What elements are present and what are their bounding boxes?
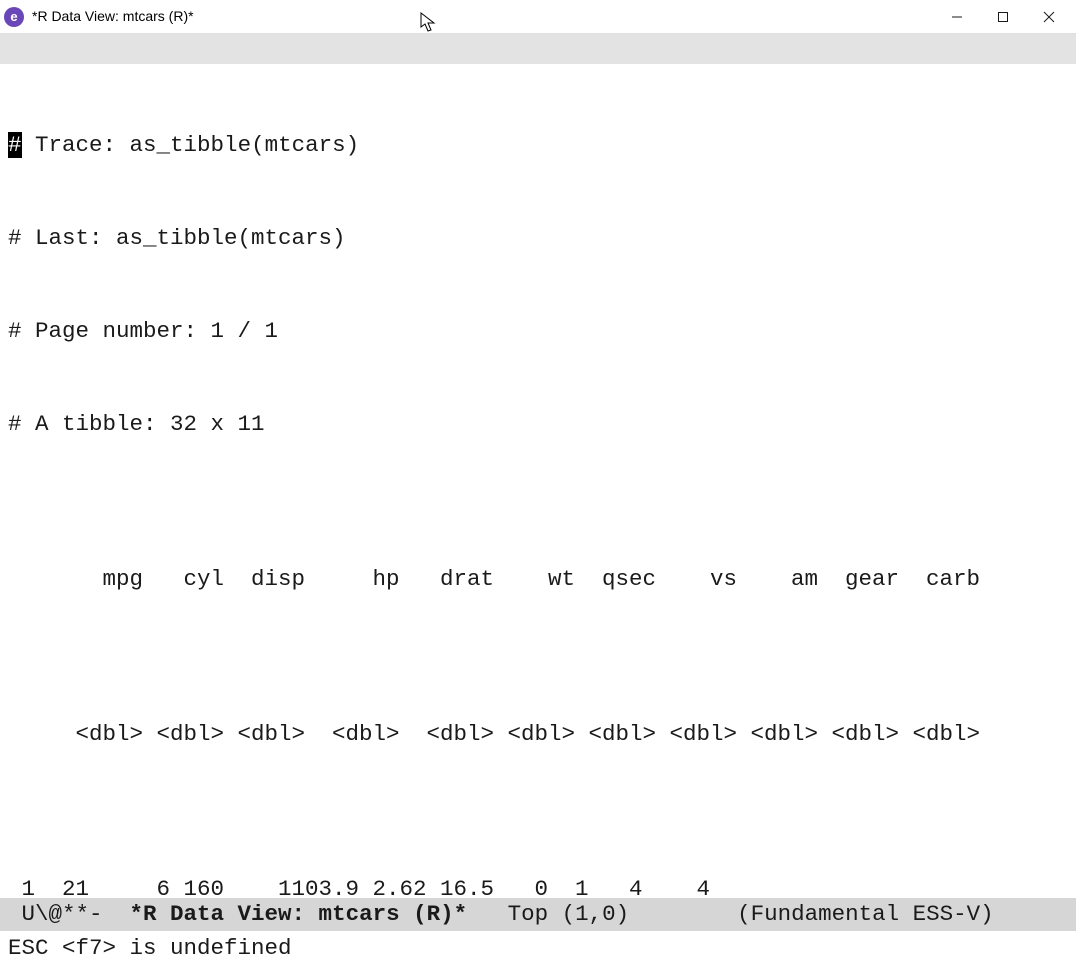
col-header: carb [899, 564, 980, 595]
mouse-cursor-icon [420, 12, 438, 34]
tibble-header-line: # A tibble: 32 x 11 [8, 409, 1068, 440]
window-title: *R Data View: mtcars (R)* [32, 1, 194, 32]
col-header: wt [494, 564, 575, 595]
col-type: <dbl> [143, 719, 224, 750]
modeline-status: U\@**- [8, 899, 130, 930]
col-header: am [737, 564, 818, 595]
col-header: vs [656, 564, 737, 595]
col-header: cyl [143, 564, 224, 595]
col-type: <dbl> [575, 719, 656, 750]
emacs-app-icon: e [4, 7, 24, 27]
column-type-row: <dbl><dbl><dbl><dbl><dbl><dbl><dbl><dbl>… [8, 719, 1068, 750]
modeline-position: Top (1,0) [467, 899, 737, 930]
column-header-row: mpgcyldisphpdratwtqsecvsamgearcarb [8, 564, 1068, 595]
col-type: <dbl> [305, 719, 400, 750]
col-type: <dbl> [224, 719, 305, 750]
col-header: drat [400, 564, 495, 595]
maximize-button[interactable] [980, 0, 1026, 33]
col-header: mpg [35, 564, 143, 595]
col-header: qsec [575, 564, 656, 595]
col-type: <dbl> [656, 719, 737, 750]
buffer-area[interactable]: # Trace: as_tibble(mtcars) # Last: as_ti… [0, 64, 1076, 965]
col-header: gear [818, 564, 899, 595]
cursor-block: # [8, 132, 22, 158]
col-header: disp [224, 564, 305, 595]
modeline-mode: (Fundamental ESS-V) [737, 899, 994, 930]
col-type: <dbl> [818, 719, 899, 750]
col-type: <dbl> [400, 719, 495, 750]
close-button[interactable] [1026, 0, 1072, 33]
trace-line: # Trace: as_tibble(mtcars) [8, 130, 1068, 161]
window-controls [934, 0, 1072, 33]
page-number-line: # Page number: 1 / 1 [8, 316, 1068, 347]
col-type: <dbl> [35, 719, 143, 750]
minibuffer[interactable]: ESC <f7> is undefined [0, 931, 1076, 965]
last-line: # Last: as_tibble(mtcars) [8, 223, 1068, 254]
minibuffer-text: ESC <f7> is undefined [8, 933, 292, 964]
col-header: hp [305, 564, 400, 595]
col-type: <dbl> [494, 719, 575, 750]
modeline[interactable]: U\@**- *R Data View: mtcars (R)* Top (1,… [0, 898, 1076, 931]
minimize-button[interactable] [934, 0, 980, 33]
toolbar-strip [0, 34, 1076, 64]
col-type: <dbl> [737, 719, 818, 750]
col-type: <dbl> [899, 719, 980, 750]
modeline-buffer-name: *R Data View: mtcars (R)* [130, 899, 468, 930]
titlebar: e *R Data View: mtcars (R)* [0, 0, 1076, 34]
